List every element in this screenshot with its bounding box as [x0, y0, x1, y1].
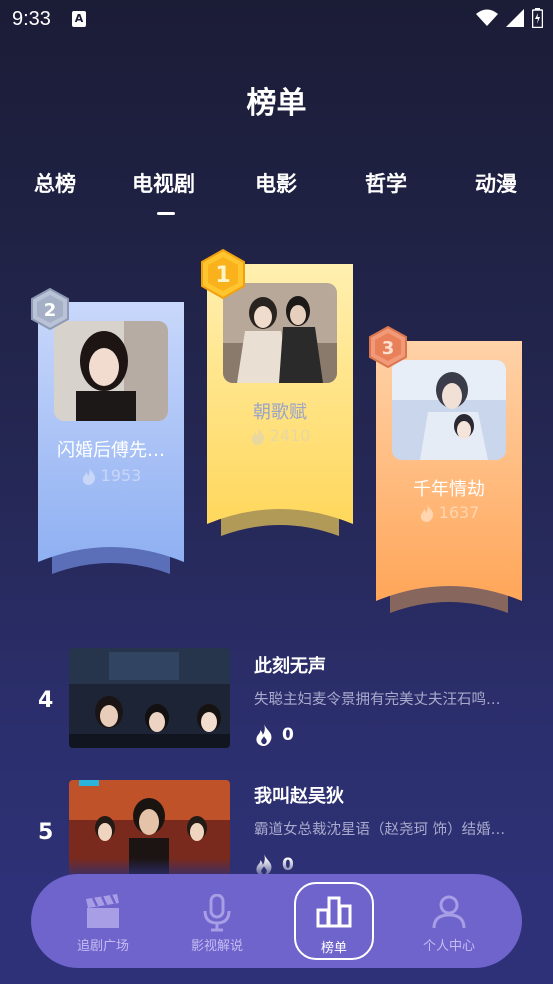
battery-icon — [532, 8, 543, 28]
nav-video-commentary[interactable]: 影视解说 — [177, 882, 257, 960]
signal-icon — [506, 9, 524, 27]
nav-label: 榜单 — [320, 941, 347, 956]
user-icon — [432, 895, 466, 929]
page-title: 榜单 — [246, 86, 307, 121]
thumbnail-image — [69, 648, 230, 748]
fire-icon — [251, 426, 264, 445]
tab-total[interactable]: 总榜 — [34, 168, 76, 198]
podium-title: 闪婚后傅先… — [57, 440, 165, 461]
heat-value: 0 — [282, 725, 294, 745]
status-icons — [476, 8, 543, 28]
status-time: 9:33 — [12, 8, 51, 30]
podium-rank-1[interactable]: 朝歌赋 2410 — [207, 264, 353, 536]
fire-icon — [82, 466, 95, 485]
category-tabs: 总榜 电视剧 电影 哲学 动漫 — [0, 168, 553, 228]
item-title: 我叫赵吴狄 — [254, 786, 344, 807]
nav-label: 追剧广场 — [76, 939, 129, 954]
microphone-icon — [203, 894, 231, 932]
tab-philosophy[interactable]: 哲学 — [365, 168, 407, 198]
nav-personal-center[interactable]: 个人中心 — [409, 882, 489, 960]
item-description: 失聪主妇麦令景拥有完美丈夫汪石鸣… — [254, 692, 501, 708]
fire-icon — [256, 724, 272, 746]
tab-movie[interactable]: 电影 — [255, 168, 297, 198]
wifi-icon — [476, 9, 498, 26]
bronze-medal-icon: 3 — [369, 326, 407, 368]
nav-label: 个人中心 — [422, 939, 475, 954]
fire-icon — [420, 503, 433, 522]
item-title: 此刻无声 — [254, 656, 326, 677]
podium-rank-2[interactable]: 闪婚后傅先… 1953 — [38, 302, 184, 574]
rank-number: 4 — [38, 688, 54, 713]
podium-title: 千年情劫 — [413, 479, 485, 500]
status-bar: 9:33 A — [0, 0, 553, 40]
nav-label: 影视解说 — [190, 939, 243, 954]
podium-title: 朝歌赋 — [253, 402, 307, 423]
nav-drama-square[interactable]: 追剧广场 — [63, 882, 143, 960]
medal-rank: 3 — [382, 338, 395, 359]
heat-value: 1637 — [438, 503, 480, 522]
nav-ranking[interactable]: 榜单 — [294, 882, 374, 960]
gold-medal-icon: 1 — [201, 249, 245, 299]
notification-icon: A — [72, 11, 86, 27]
poster-image — [392, 360, 506, 460]
tab-anime[interactable]: 动漫 — [475, 168, 517, 198]
tab-tv-series[interactable]: 电视剧 — [132, 168, 195, 198]
medal-rank: 2 — [44, 300, 57, 321]
podium-heat: 1637 — [376, 503, 522, 522]
podium-rank-3[interactable]: 千年情劫 1637 — [376, 341, 522, 613]
heat-value: 1953 — [100, 466, 142, 485]
bottom-nav-bar: 追剧广场 影视解说 榜单 个人中心 — [31, 874, 522, 968]
poster-image — [54, 321, 168, 421]
item-description: 霸道女总裁沈星语（赵尧珂 饰）结婚… — [254, 822, 506, 838]
silver-medal-icon: 2 — [31, 288, 69, 330]
list-item[interactable]: 4 此刻无声 失聪主妇麦令景拥有完美丈夫汪石鸣… 0 — [0, 648, 553, 752]
item-heat: 0 — [254, 724, 294, 746]
ranking-icon — [316, 896, 352, 928]
medal-rank: 1 — [215, 263, 230, 288]
heat-value: 2410 — [269, 426, 311, 445]
clapperboard-icon — [86, 894, 119, 928]
tab-indicator — [157, 212, 175, 215]
podium-heat: 2410 — [207, 426, 353, 445]
podium-heat: 1953 — [38, 466, 184, 485]
rank-number: 5 — [38, 820, 54, 845]
